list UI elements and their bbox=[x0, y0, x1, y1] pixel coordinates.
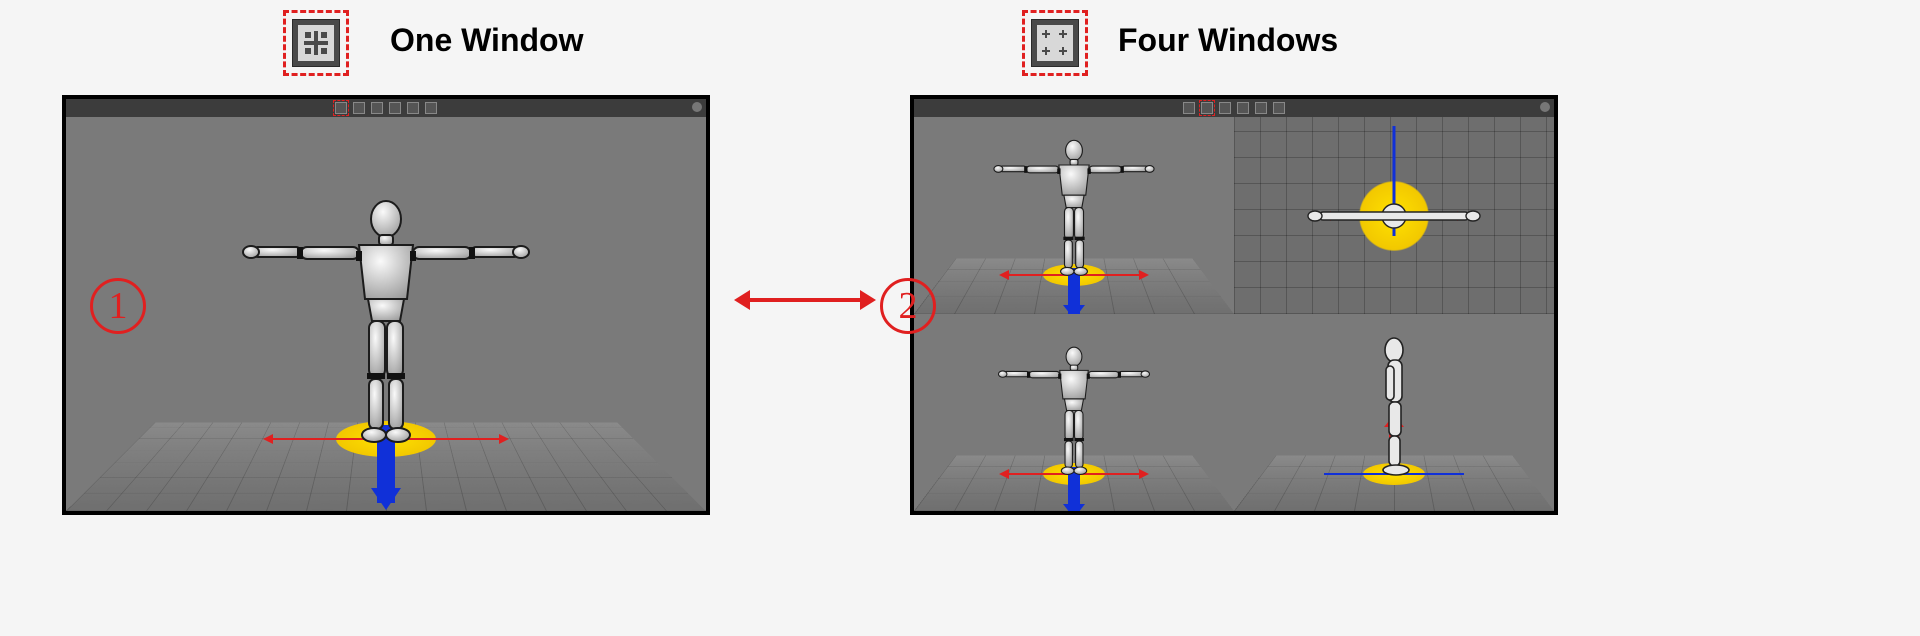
viewport-toolbar bbox=[914, 99, 1554, 117]
one-window-icon-callout bbox=[283, 10, 349, 76]
layout-one-button[interactable] bbox=[335, 102, 347, 114]
avatar-mannequin[interactable] bbox=[994, 344, 1154, 476]
toolbar-button[interactable] bbox=[425, 102, 437, 114]
four-windows-icon[interactable] bbox=[1031, 19, 1079, 67]
toolbar-button[interactable] bbox=[1237, 102, 1249, 114]
avatar-mannequin[interactable] bbox=[241, 195, 531, 445]
viewport-close-icon[interactable] bbox=[692, 102, 702, 112]
toolbar-button[interactable] bbox=[407, 102, 419, 114]
annotation-marker-1: 1 bbox=[90, 278, 146, 334]
toolbar-button[interactable] bbox=[1273, 102, 1285, 114]
viewport-quad[interactable] bbox=[910, 95, 1558, 515]
one-window-icon[interactable] bbox=[292, 19, 340, 67]
viewport-toolbar bbox=[66, 99, 706, 117]
layout-four-button[interactable] bbox=[1201, 102, 1213, 114]
toolbar-button[interactable] bbox=[1219, 102, 1231, 114]
toolbar-button[interactable] bbox=[1255, 102, 1267, 114]
viewport-close-icon[interactable] bbox=[1540, 102, 1550, 112]
avatar-top-silhouette bbox=[1299, 192, 1489, 240]
avatar-mannequin[interactable] bbox=[989, 137, 1159, 277]
layout-one-button[interactable] bbox=[1183, 102, 1195, 114]
quad-side-view[interactable] bbox=[1234, 314, 1554, 511]
quad-front-view[interactable] bbox=[914, 314, 1234, 511]
layout-four-button[interactable] bbox=[353, 102, 365, 114]
four-windows-icon-callout bbox=[1022, 10, 1088, 76]
viewport-single[interactable] bbox=[62, 95, 710, 515]
four-windows-label: Four Windows bbox=[1118, 22, 1338, 59]
toolbar-button[interactable] bbox=[389, 102, 401, 114]
double-arrow-icon bbox=[740, 298, 870, 302]
annotation-marker-2: 2 bbox=[880, 278, 936, 334]
doc-figure: One Window bbox=[0, 0, 1920, 636]
one-window-label: One Window bbox=[390, 22, 583, 59]
quad-top-view[interactable] bbox=[1234, 117, 1554, 314]
quad-perspective-view[interactable] bbox=[914, 117, 1234, 314]
toolbar-button[interactable] bbox=[371, 102, 383, 114]
avatar-side-silhouette bbox=[1364, 336, 1424, 476]
